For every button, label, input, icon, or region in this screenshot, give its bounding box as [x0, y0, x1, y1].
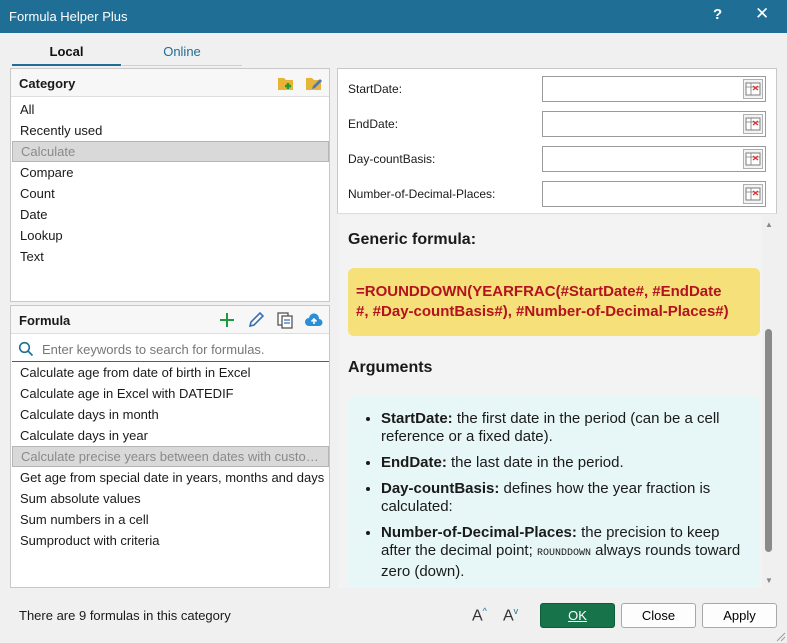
formula-item[interactable]: Get age from special date in years, mont…	[12, 467, 329, 488]
formula-item[interactable]: Sumproduct with criteria	[12, 530, 329, 551]
formula-item[interactable]: Calculate age from date of birth in Exce…	[12, 362, 329, 383]
generic-formula-box: =ROUNDDOWN(YEARFRAC(#StartDate#, #EndDat…	[348, 268, 760, 336]
close-icon[interactable]: ✕	[755, 4, 769, 24]
cloud-upload-icon[interactable]	[305, 311, 323, 329]
formula-documentation: Generic formula: =ROUNDDOWN(YEARFRAC(#St…	[338, 215, 762, 588]
formula-line-2: #, #Day-countBasis#), #Number-of-Decimal…	[356, 303, 729, 320]
argument-end-date: EndDate: the last date in the period.	[381, 454, 750, 472]
range-select-icon[interactable]	[743, 184, 763, 204]
arg-label-start-date: StartDate:	[348, 82, 403, 96]
category-item-all[interactable]: All	[12, 99, 329, 120]
start-date-field[interactable]	[542, 76, 766, 102]
category-item-text[interactable]: Text	[12, 246, 329, 267]
arg-label-decimal-places: Number-of-Decimal-Places:	[348, 187, 496, 201]
formula-panel: Formula Calculate age from date of birth…	[10, 305, 330, 588]
category-item-count[interactable]: Count	[12, 183, 329, 204]
formula-item-selected[interactable]: Calculate precise years between dates wi…	[12, 446, 329, 467]
range-select-icon[interactable]	[743, 114, 763, 134]
formula-item[interactable]: Sum absolute values	[12, 488, 329, 509]
help-icon[interactable]: ?	[713, 6, 722, 23]
window-title: Formula Helper Plus	[9, 9, 128, 24]
end-date-field[interactable]	[542, 111, 766, 137]
tab-local[interactable]: Local	[12, 44, 121, 66]
increase-font-icon[interactable]: A^	[472, 606, 487, 625]
formula-search	[12, 336, 329, 362]
scroll-thumb[interactable]	[765, 329, 772, 552]
generic-formula-heading: Generic formula:	[348, 231, 477, 248]
day-count-basis-field[interactable]	[542, 146, 766, 172]
resize-grip-icon[interactable]	[774, 630, 786, 642]
edit-formula-icon[interactable]	[247, 311, 265, 329]
argument-day-count-basis: Day-countBasis: defines how the year fra…	[381, 480, 750, 516]
formula-header: Formula	[11, 306, 329, 334]
formula-title: Formula	[19, 313, 71, 328]
category-item-recently-used[interactable]: Recently used	[12, 120, 329, 141]
formula-item[interactable]: Sum numbers in a cell	[12, 509, 329, 530]
ok-button[interactable]: OK	[540, 603, 615, 628]
arg-label-day-count-basis: Day-countBasis:	[348, 152, 436, 166]
add-formula-icon[interactable]	[218, 311, 236, 329]
category-header: Category	[11, 69, 329, 97]
copy-formula-icon[interactable]	[276, 311, 294, 329]
scroll-up-icon[interactable]: ▲	[765, 220, 773, 229]
title-bar: Formula Helper Plus ? ✕	[0, 0, 787, 33]
arguments-heading: Arguments	[348, 359, 433, 376]
scroll-down-icon[interactable]: ▼	[765, 576, 773, 585]
formula-item[interactable]: Calculate days in month	[12, 404, 329, 425]
status-text: There are 9 formulas in this category	[19, 608, 231, 623]
formula-item[interactable]: Calculate days in year	[12, 425, 329, 446]
formula-item[interactable]: Calculate age in Excel with DATEDIF	[12, 383, 329, 404]
add-category-icon[interactable]	[277, 74, 295, 92]
edit-category-icon[interactable]	[305, 74, 323, 92]
category-item-calculate[interactable]: Calculate	[12, 141, 329, 162]
content-scrollbar[interactable]: ▲ ▼	[762, 215, 775, 588]
range-select-icon[interactable]	[743, 149, 763, 169]
search-icon	[18, 341, 34, 357]
decrease-font-icon[interactable]: Av	[503, 606, 518, 625]
range-select-icon[interactable]	[743, 79, 763, 99]
search-input[interactable]	[42, 339, 322, 359]
category-item-lookup[interactable]: Lookup	[12, 225, 329, 246]
category-item-date[interactable]: Date	[12, 204, 329, 225]
argument-start-date: StartDate: the first date in the period …	[381, 410, 750, 446]
tab-online[interactable]: Online	[122, 44, 242, 66]
category-panel: Category All Recently used Calculate Com…	[10, 68, 330, 302]
arg-label-end-date: EndDate:	[348, 117, 399, 131]
close-button[interactable]: Close	[621, 603, 696, 628]
category-title: Category	[19, 76, 76, 91]
argument-decimal-places: Number-of-Decimal-Places: the precision …	[381, 524, 750, 581]
apply-button[interactable]: Apply	[702, 603, 777, 628]
arguments-box: StartDate: the first date in the period …	[348, 396, 760, 588]
decimal-places-field[interactable]	[542, 181, 766, 207]
category-item-compare[interactable]: Compare	[12, 162, 329, 183]
formula-line-1: =ROUNDDOWN(YEARFRAC(#StartDate#, #EndDat…	[356, 283, 722, 300]
